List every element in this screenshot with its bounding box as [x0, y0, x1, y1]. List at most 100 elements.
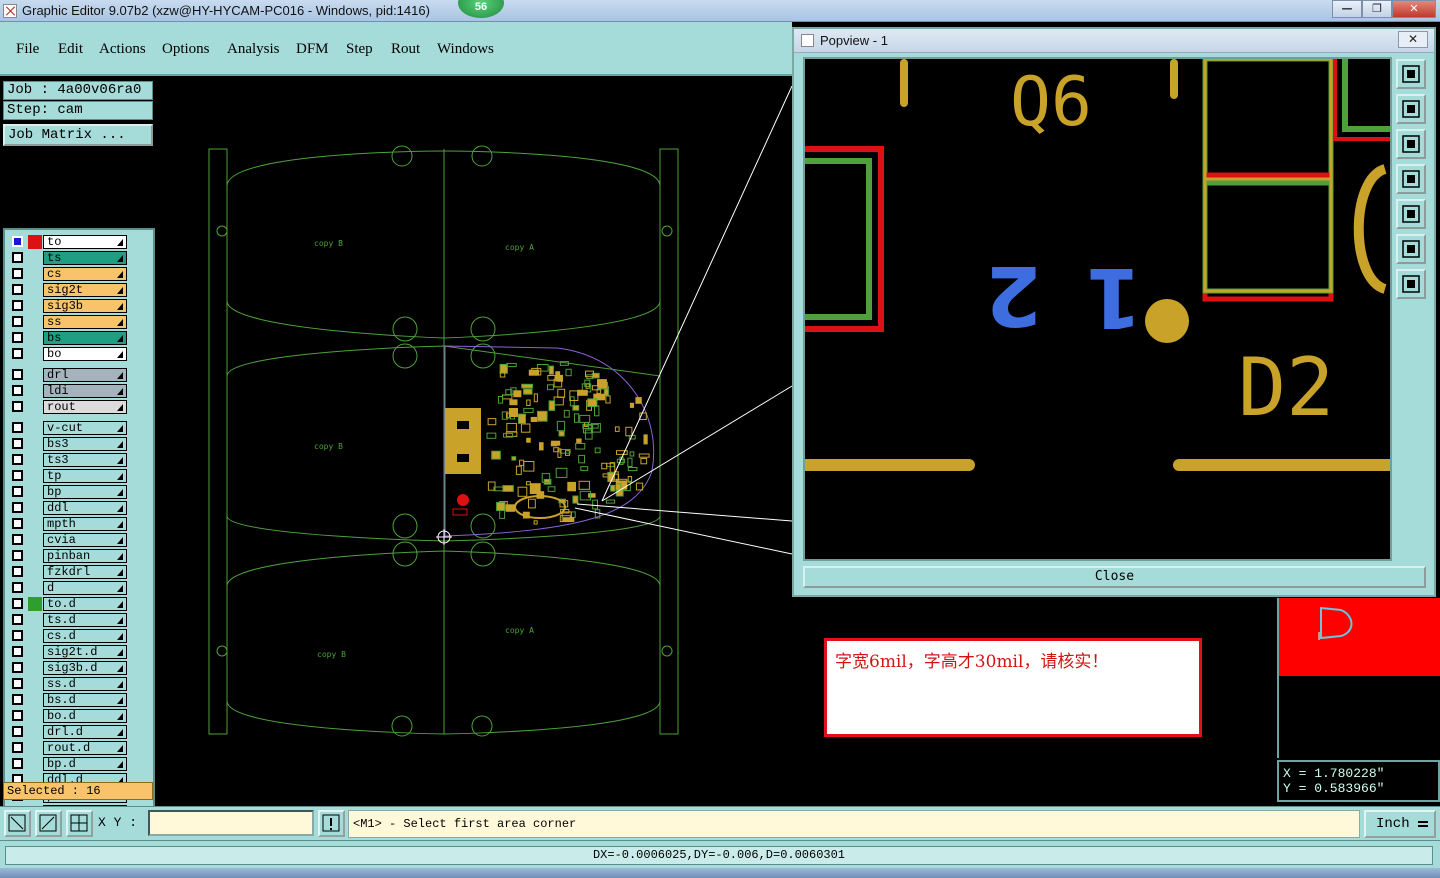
- zoom-in-icon[interactable]: [1396, 59, 1426, 89]
- layer-checkbox[interactable]: [12, 614, 23, 625]
- minimize-button[interactable]: —: [1332, 0, 1362, 18]
- layer-checkbox[interactable]: [12, 348, 23, 359]
- menu-analysis[interactable]: Analysis: [227, 41, 280, 58]
- layer-row-ts.d[interactable]: ts.d: [9, 613, 127, 627]
- pcb-component: [533, 393, 538, 403]
- layer-row-ddl[interactable]: ddl: [9, 501, 127, 515]
- layer-row-fzkdrl[interactable]: fzkdrl: [9, 565, 127, 579]
- layer-row-bs3[interactable]: bs3: [9, 437, 127, 451]
- pan-left-icon[interactable]: [1396, 164, 1426, 194]
- layer-row-tp[interactable]: tp: [9, 469, 127, 483]
- pcb-component: [502, 394, 513, 400]
- layer-checkbox[interactable]: [12, 534, 23, 545]
- popview-zoom-canvas[interactable]: Q6 2 1 D2: [803, 57, 1392, 561]
- close-button[interactable]: ✕: [1392, 0, 1436, 18]
- layer-checkbox[interactable]: [12, 518, 23, 529]
- pan-right-icon[interactable]: [1396, 199, 1426, 229]
- zoom-home-icon[interactable]: [1396, 94, 1426, 124]
- mini-preview[interactable]: [1277, 598, 1440, 758]
- layer-checkbox[interactable]: [12, 316, 23, 327]
- xy-input[interactable]: [148, 810, 314, 836]
- layer-row-ss[interactable]: ss: [9, 315, 127, 329]
- layer-row-v-cut[interactable]: v-cut: [9, 421, 127, 435]
- popview-close-button[interactable]: Close: [803, 566, 1426, 588]
- layer-checkbox[interactable]: [12, 284, 23, 295]
- layer-checkbox[interactable]: [12, 401, 23, 412]
- layer-row-cs[interactable]: cs: [9, 267, 127, 281]
- layer-checkbox[interactable]: [12, 486, 23, 497]
- layer-checkbox[interactable]: [12, 470, 23, 481]
- layer-row-ts[interactable]: ts: [9, 251, 127, 265]
- layer-checkbox[interactable]: [12, 742, 23, 753]
- center-icon[interactable]: [1396, 269, 1426, 299]
- layer-row-sig2t[interactable]: sig2t: [9, 283, 127, 297]
- layer-checkbox[interactable]: [12, 332, 23, 343]
- alert-icon[interactable]: [318, 810, 345, 837]
- layer-checkbox[interactable]: [12, 422, 23, 433]
- layer-row-sig2t.d[interactable]: sig2t.d: [9, 645, 127, 659]
- layer-checkbox[interactable]: [12, 454, 23, 465]
- notification-badge[interactable]: 56: [458, 0, 504, 18]
- layer-checkbox[interactable]: [12, 236, 23, 247]
- layer-name: sig2t: [43, 283, 127, 297]
- menu-file[interactable]: File: [16, 41, 39, 58]
- menu-rout[interactable]: Rout: [391, 41, 420, 58]
- layer-checkbox[interactable]: [12, 758, 23, 769]
- menu-actions[interactable]: Actions: [99, 41, 146, 58]
- layer-checkbox[interactable]: [12, 710, 23, 721]
- layer-row-rout[interactable]: rout: [9, 400, 127, 414]
- menu-dfm[interactable]: DFM: [296, 41, 329, 58]
- layer-row-rout.d[interactable]: rout.d: [9, 741, 127, 755]
- layer-checkbox[interactable]: [12, 550, 23, 561]
- grid-snap-icon[interactable]: [66, 810, 93, 837]
- layer-row-bp[interactable]: bp: [9, 485, 127, 499]
- layer-row-bs.d[interactable]: bs.d: [9, 693, 127, 707]
- layer-row-bo[interactable]: bo: [9, 347, 127, 361]
- layer-checkbox[interactable]: [12, 630, 23, 641]
- layer-checkbox[interactable]: [12, 385, 23, 396]
- layer-checkbox[interactable]: [12, 726, 23, 737]
- layer-checkbox[interactable]: [12, 300, 23, 311]
- layer-checkbox[interactable]: [12, 438, 23, 449]
- layer-checkbox[interactable]: [12, 252, 23, 263]
- layer-checkbox[interactable]: [12, 566, 23, 577]
- zoom-out-icon[interactable]: [1396, 129, 1426, 159]
- layer-row-drl[interactable]: drl: [9, 368, 127, 382]
- layer-row-d[interactable]: d: [9, 581, 127, 595]
- popview-close-icon[interactable]: ✕: [1398, 31, 1428, 48]
- measure-icon[interactable]: [35, 810, 62, 837]
- layer-checkbox[interactable]: [12, 268, 23, 279]
- unit-selector[interactable]: Inch: [1364, 810, 1436, 838]
- layer-row-cs.d[interactable]: cs.d: [9, 629, 127, 643]
- layer-checkbox[interactable]: [12, 369, 23, 380]
- layer-row-bs[interactable]: bs: [9, 331, 127, 345]
- zoom-area-icon[interactable]: [4, 810, 31, 837]
- layer-checkbox[interactable]: [12, 662, 23, 673]
- menu-step[interactable]: Step: [346, 41, 373, 58]
- layer-row-to[interactable]: to: [9, 235, 127, 249]
- layer-checkbox[interactable]: [12, 598, 23, 609]
- layer-row-bo.d[interactable]: bo.d: [9, 709, 127, 723]
- menu-options[interactable]: Options: [162, 41, 210, 58]
- layer-row-pinban[interactable]: pinban: [9, 549, 127, 563]
- layer-row-bp.d[interactable]: bp.d: [9, 757, 127, 771]
- layer-checkbox[interactable]: [12, 678, 23, 689]
- fit-icon[interactable]: [1396, 234, 1426, 264]
- job-matrix-button[interactable]: Job Matrix ...: [3, 124, 153, 146]
- menu-windows[interactable]: Windows: [437, 41, 494, 58]
- layer-row-ldi[interactable]: ldi: [9, 384, 127, 398]
- layer-row-to.d[interactable]: to.d: [9, 597, 127, 611]
- menu-edit[interactable]: Edit: [58, 41, 83, 58]
- layer-checkbox[interactable]: [12, 694, 23, 705]
- layer-row-ss.d[interactable]: ss.d: [9, 677, 127, 691]
- layer-row-cvia[interactable]: cvia: [9, 533, 127, 547]
- maximize-button[interactable]: ❐: [1362, 0, 1392, 18]
- layer-row-drl.d[interactable]: drl.d: [9, 725, 127, 739]
- layer-checkbox[interactable]: [12, 646, 23, 657]
- layer-row-sig3b.d[interactable]: sig3b.d: [9, 661, 127, 675]
- layer-checkbox[interactable]: [12, 582, 23, 593]
- layer-row-mpth[interactable]: mpth: [9, 517, 127, 531]
- layer-row-sig3b[interactable]: sig3b: [9, 299, 127, 313]
- layer-row-ts3[interactable]: ts3: [9, 453, 127, 467]
- layer-checkbox[interactable]: [12, 502, 23, 513]
